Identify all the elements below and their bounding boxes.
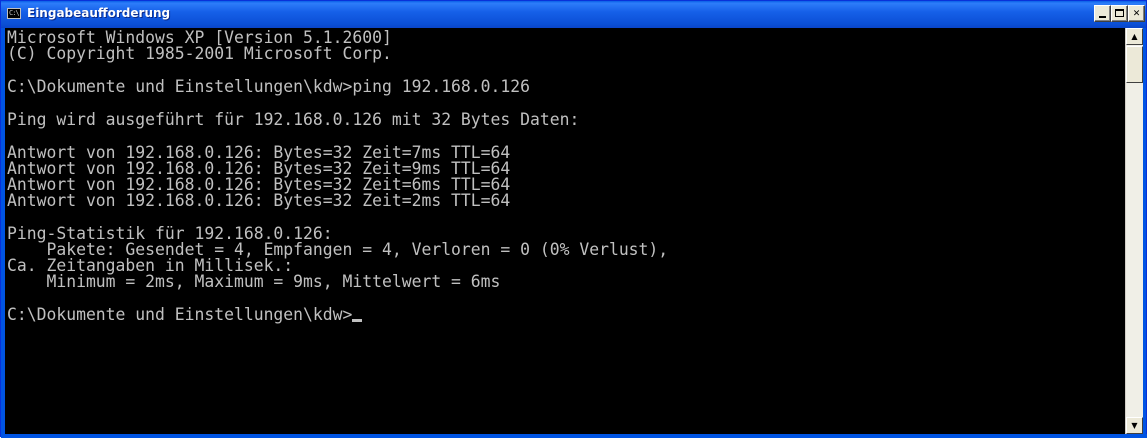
- console-icon-label: C:\: [9, 9, 20, 17]
- console-text: Microsoft Windows XP [Version 5.1.2600](…: [7, 29, 668, 323]
- arrow-up-icon: ▲: [1131, 32, 1138, 41]
- vertical-scrollbar[interactable]: ▲ ▼: [1125, 28, 1143, 434]
- maximize-button[interactable]: [1111, 5, 1128, 22]
- window-title: Eingabeaufforderung: [27, 6, 171, 20]
- scroll-up-button[interactable]: ▲: [1126, 28, 1143, 45]
- close-button[interactable]: ✕: [1128, 5, 1145, 22]
- title-bar[interactable]: C:\ Eingabeaufforderung ✕: [1, 1, 1146, 28]
- scrollbar-thumb[interactable]: [1126, 46, 1143, 83]
- console-output[interactable]: Microsoft Windows XP [Version 5.1.2600](…: [5, 28, 1125, 434]
- console-icon[interactable]: C:\: [7, 8, 21, 19]
- arrow-down-icon: ▼: [1131, 421, 1138, 430]
- console-line: Antwort von 192.168.0.126: Bytes=32 Zeit…: [7, 191, 511, 210]
- close-icon: ✕: [1133, 6, 1140, 19]
- scroll-down-button[interactable]: ▼: [1126, 417, 1143, 434]
- console-line: Minimum = 2ms, Maximum = 9ms, Mittelwert…: [7, 272, 501, 291]
- console-line: C:\Dokumente und Einstellungen\kdw>ping …: [7, 77, 531, 96]
- text-cursor: [352, 319, 363, 322]
- console-window: C:\ Eingabeaufforderung ✕ Microsoft Wind…: [0, 0, 1147, 438]
- console-line: Ping wird ausgeführt für 192.168.0.126 m…: [7, 110, 580, 129]
- console-line: (C) Copyright 1985-2001 Microsoft Corp.: [7, 44, 392, 63]
- maximize-icon: [1115, 9, 1124, 17]
- minimize-button[interactable]: [1094, 5, 1111, 22]
- window-bottom-border: [1, 434, 1147, 438]
- console-line: C:\Dokumente und Einstellungen\kdw>: [7, 306, 668, 323]
- minimize-icon: [1099, 16, 1106, 18]
